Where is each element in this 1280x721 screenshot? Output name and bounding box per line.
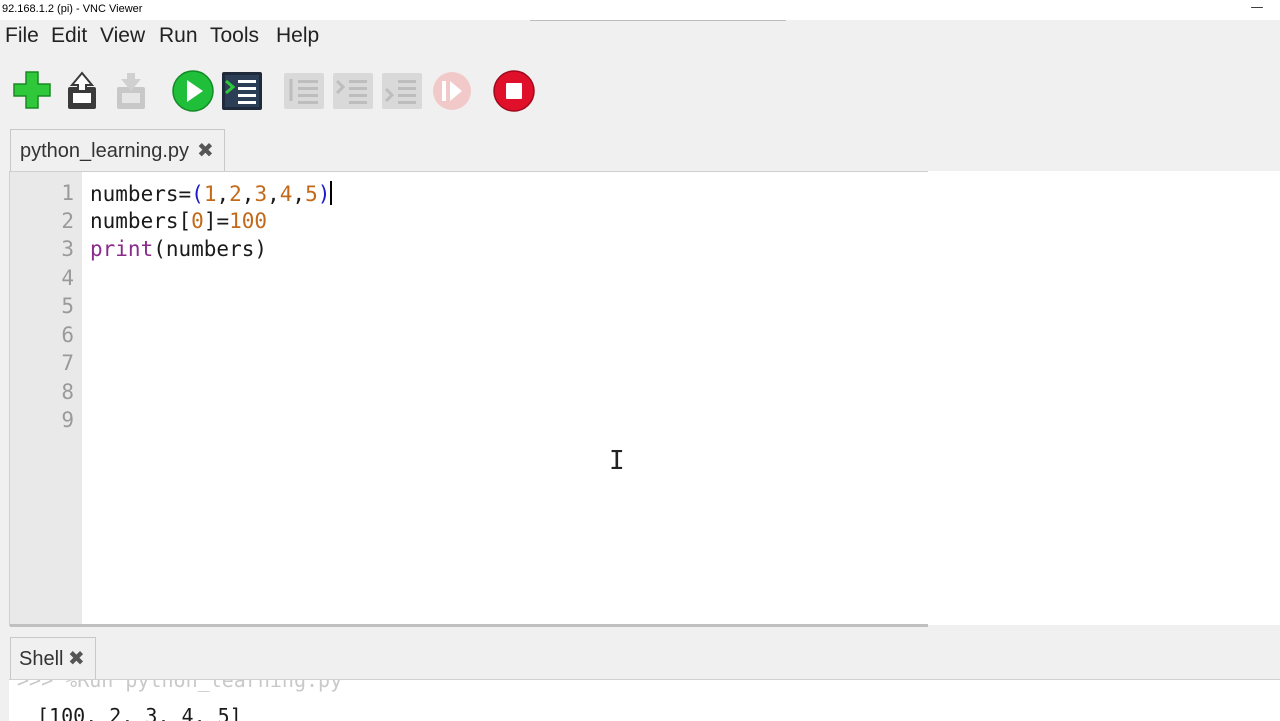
- line-number: 2: [61, 209, 74, 233]
- resume-icon: [433, 72, 471, 110]
- menu-view[interactable]: View: [100, 24, 145, 48]
- window-title: 92.168.1.2 (pi) - VNC Viewer: [2, 3, 143, 15]
- code-token: print: [90, 237, 154, 261]
- tab-shell[interactable]: Shell ✖: [10, 637, 96, 680]
- menu-edit[interactable]: Edit: [51, 24, 87, 48]
- code-token: ,: [292, 182, 306, 206]
- plus-icon: [13, 71, 51, 109]
- line-number: 9: [61, 408, 74, 432]
- code-editor[interactable]: 1 2 3 4 5 6 7 8 9 numbers=(1,2,3,4,5) num…: [9, 171, 928, 627]
- step-into-button[interactable]: [331, 69, 375, 113]
- line-number: 7: [61, 351, 74, 375]
- stop-button[interactable]: [492, 69, 536, 113]
- text-cursor-icon: I: [609, 446, 625, 476]
- line-number: 5: [61, 294, 74, 318]
- code-token: numbers[: [90, 209, 192, 233]
- open-file-button[interactable]: [62, 69, 106, 113]
- tab-python-learning[interactable]: python_learning.py ✖: [10, 129, 225, 172]
- menu-file[interactable]: File: [5, 24, 39, 48]
- code-token: ]=: [203, 209, 230, 233]
- code-token: 4: [279, 182, 293, 206]
- code-token: 3: [254, 182, 268, 206]
- open-icon: [68, 71, 96, 109]
- code-token: 0: [191, 209, 204, 233]
- code-line[interactable]: print(numbers): [90, 237, 267, 261]
- play-icon: [172, 70, 214, 112]
- code-area[interactable]: numbers=(1,2,3,4,5) numbers[0]=100 print(n…: [90, 172, 920, 626]
- save-icon: [117, 73, 145, 109]
- debug-button[interactable]: [220, 69, 264, 113]
- line-number: 3: [61, 237, 74, 261]
- code-token: ,: [241, 182, 255, 206]
- code-token: (: [191, 182, 204, 206]
- step-over-button[interactable]: [282, 69, 326, 113]
- code-line[interactable]: numbers[0]=100: [90, 209, 267, 233]
- code-token: (numbers): [153, 237, 268, 261]
- line-number-gutter: 1 2 3 4 5 6 7 8 9: [10, 172, 82, 626]
- step-into-icon: [333, 73, 373, 109]
- stop-icon: [493, 70, 535, 112]
- line-number: 8: [61, 380, 74, 404]
- code-token: 5: [305, 182, 318, 206]
- save-file-button[interactable]: [111, 69, 155, 113]
- step-out-icon: [382, 73, 422, 109]
- tab-label: python_learning.py: [20, 140, 190, 162]
- tab-label: Shell: [19, 648, 64, 670]
- code-token: 2: [229, 182, 242, 206]
- line-number: 6: [61, 323, 74, 347]
- minimize-button[interactable]: —: [1250, 0, 1264, 16]
- code-token: numbers=: [90, 182, 192, 206]
- run-button[interactable]: [171, 69, 215, 113]
- horizontal-scrollbar[interactable]: [10, 624, 928, 627]
- editor-empty-area: [928, 171, 1280, 625]
- line-number: 1: [61, 181, 74, 205]
- shell-panel[interactable]: >>> %Run python_learning.py [100, 2, 3, …: [9, 679, 1280, 721]
- window-titlebar: 92.168.1.2 (pi) - VNC Viewer —: [0, 0, 1280, 21]
- code-token: ): [317, 182, 331, 206]
- code-line[interactable]: numbers=(1,2,3,4,5): [90, 181, 333, 206]
- new-file-button[interactable]: [11, 69, 55, 113]
- menu-help[interactable]: Help: [276, 24, 319, 48]
- step-over-icon: [284, 73, 324, 109]
- text-caret: [330, 181, 333, 205]
- close-icon[interactable]: ✖: [68, 646, 85, 670]
- shell-output: [100, 2, 3, 4, 5]: [37, 704, 242, 721]
- code-token: 100: [229, 209, 268, 233]
- code-token: ,: [216, 182, 230, 206]
- line-number: 4: [61, 266, 74, 290]
- vnc-toolbar-handle[interactable]: [530, 0, 786, 21]
- resume-button[interactable]: [430, 69, 474, 113]
- close-icon[interactable]: ✖: [197, 138, 214, 162]
- shell-command-line: >>> %Run python_learning.py: [17, 679, 343, 692]
- code-token: 1: [203, 182, 217, 206]
- step-out-button[interactable]: [380, 69, 424, 113]
- code-token: ,: [267, 182, 280, 206]
- debug-icon: [222, 72, 262, 110]
- menu-tools[interactable]: Tools: [210, 24, 259, 48]
- menu-run[interactable]: Run: [159, 24, 198, 48]
